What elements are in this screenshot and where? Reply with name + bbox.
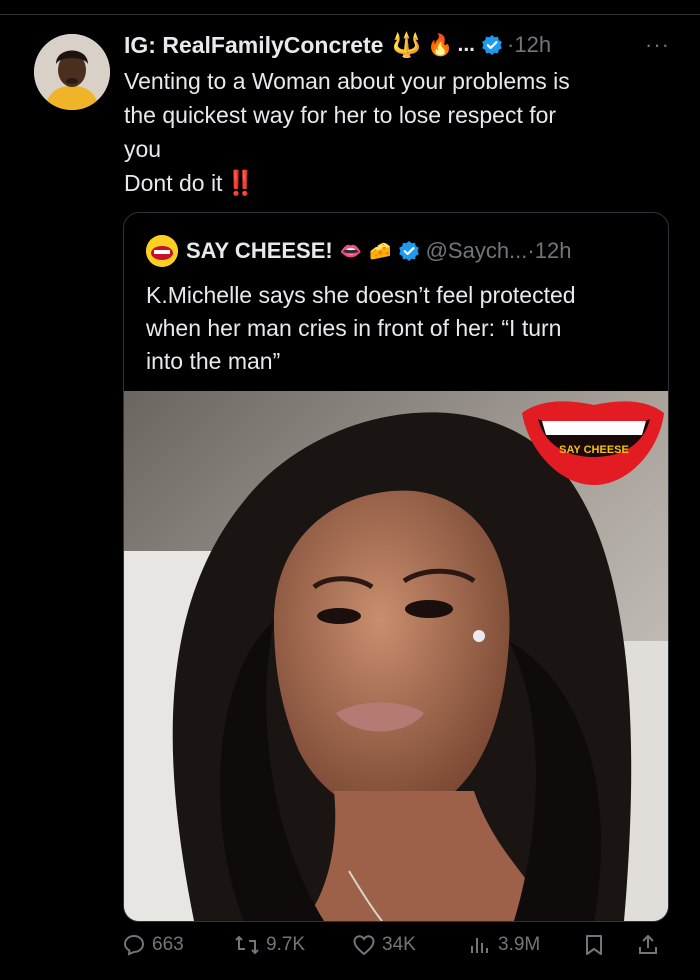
post-text-line: Venting to a Woman about your problems i…	[124, 68, 570, 94]
quoted-text-line: K.Michelle says she doesn’t feel protect…	[146, 282, 576, 308]
post-text-line: Dont do it ‼️	[124, 166, 664, 201]
quoted-post-card[interactable]: SAY CHEESE! 👄 🧀 @Saych... ·12h K.Michell…	[123, 212, 669, 922]
post-text-line: the quickest way for her to lose respect…	[124, 102, 557, 128]
reply-count: 663	[152, 934, 184, 955]
bookmark-button[interactable]	[582, 933, 612, 957]
bookmark-icon	[586, 935, 602, 955]
share-button[interactable]	[636, 933, 666, 957]
reply-icon	[123, 934, 145, 956]
author-avatar[interactable]	[34, 34, 110, 110]
quoted-author-handle[interactable]: @Saych...	[426, 238, 528, 264]
trident-emoji-icon: 🔱	[391, 31, 422, 59]
post-text-last: Dont do it	[124, 170, 223, 196]
verified-badge-icon	[481, 34, 503, 56]
repost-button[interactable]: 9.7K	[234, 933, 305, 957]
double-exclamation-emoji-icon: ‼️	[225, 170, 255, 197]
quoted-text-line: into the man”	[146, 348, 281, 374]
views-bar-icon	[471, 938, 488, 953]
cheese-emoji-icon: 🧀	[369, 240, 392, 261]
views-count: 3.9M	[498, 934, 541, 955]
quoted-post-text: K.Michelle says she doesn’t feel protect…	[146, 279, 656, 378]
author-display-name[interactable]: IG: RealFamilyConcrete	[124, 32, 383, 59]
post-text-line: you	[124, 136, 162, 162]
quoted-author-name[interactable]: SAY CHEESE!	[186, 238, 333, 264]
reply-button[interactable]: 663	[122, 933, 184, 957]
fire-emoji-icon: 🔥	[427, 33, 454, 57]
post-header: IG: RealFamilyConcrete 🔱 🔥 ... ·12h	[124, 30, 551, 60]
top-divider	[0, 14, 700, 15]
action-bar: 663 9.7K 34K 3.9M	[122, 930, 670, 960]
quoted-author-avatar[interactable]	[146, 235, 178, 267]
lips-emoji-icon: 👄	[339, 240, 363, 261]
quoted-post-time[interactable]: ·12h	[527, 238, 571, 264]
more-options-icon[interactable]: ···	[645, 32, 670, 58]
like-count: 34K	[382, 934, 416, 955]
quoted-verified-badge-icon	[398, 240, 420, 262]
heart-icon	[353, 935, 375, 956]
repost-icon	[235, 935, 259, 955]
views-button[interactable]: 3.9M	[468, 933, 540, 957]
post-text: Venting to a Woman about your problems i…	[124, 64, 664, 201]
quoted-post-header: SAY CHEESE! 👄 🧀 @Saych... ·12h	[146, 235, 571, 267]
share-icon	[639, 935, 657, 954]
quoted-post-image[interactable]: SAY CHEESE	[124, 391, 668, 921]
name-truncation: ...	[457, 33, 476, 56]
svg-text:SAY CHEESE: SAY CHEESE	[559, 444, 629, 456]
repost-count: 9.7K	[266, 934, 306, 955]
quoted-text-line: when her man cries in front of her: “I t…	[146, 315, 562, 341]
like-button[interactable]: 34K	[352, 933, 416, 957]
post-time[interactable]: ·12h	[507, 32, 551, 58]
